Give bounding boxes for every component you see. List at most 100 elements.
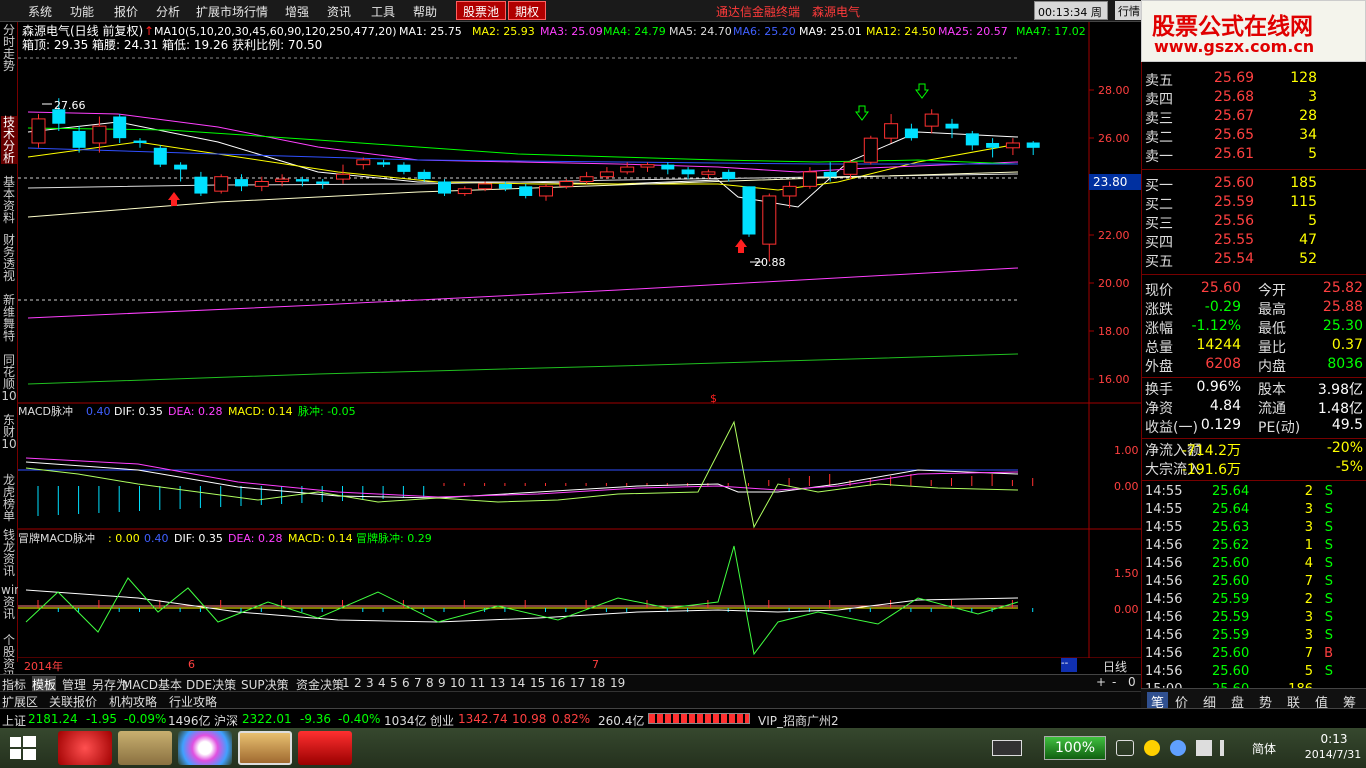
bid-row[interactable]: 买三 25.56 5 — [1142, 213, 1366, 232]
bottom-tab-12[interactable]: 5 — [390, 676, 398, 690]
menu-function[interactable]: 功能 — [70, 3, 94, 20]
divider — [1142, 169, 1366, 170]
quote-value: -191.6万 — [1181, 462, 1241, 478]
options-button[interactable]: 期权 — [508, 1, 547, 20]
system-time[interactable]: 0:13 — [1304, 732, 1364, 746]
signal-icon[interactable] — [1220, 740, 1234, 756]
bid-row[interactable]: 买二 25.59 115 — [1142, 194, 1366, 213]
quote-button[interactable]: 行情 — [1115, 1, 1143, 20]
ask-row[interactable]: 卖二 25.65 34 — [1142, 127, 1366, 146]
globe-icon[interactable] — [1170, 740, 1186, 756]
bottom-tab-19[interactable]: 13 — [490, 676, 505, 690]
left-tab-5[interactable]: 同花顺10 — [1, 354, 17, 402]
left-tab-3[interactable]: 财务透视 — [1, 234, 17, 282]
stock-pool-button[interactable]: 股票池 — [456, 1, 507, 20]
left-tab-9[interactable]: wind资讯 — [1, 584, 29, 620]
taskbar-app-3-icon[interactable] — [178, 731, 232, 765]
bottom-tab-16[interactable]: 9 — [438, 676, 446, 690]
taskbar-folder-icon[interactable] — [118, 731, 172, 765]
ma-value-8: MA25: 20.57 — [938, 25, 1008, 38]
tick-price: 25.60 — [1212, 664, 1250, 679]
tick-volume: 3 — [1304, 628, 1313, 643]
right-tab-strip: 笔价细盘势联值筹 — [1141, 688, 1366, 711]
menu-quote[interactable]: 报价 — [114, 3, 138, 20]
taskbar-app-5-icon[interactable] — [298, 731, 352, 765]
zoom-in-icon[interactable]: + — [1096, 675, 1106, 689]
menu-tools[interactable]: 工具 — [371, 3, 395, 20]
bottom-tab-11[interactable]: 4 — [378, 676, 386, 690]
dollar-marker-icon: $ — [710, 392, 717, 405]
qq-icon[interactable] — [1144, 740, 1160, 756]
zoom-controls[interactable]: + - 0 — [1090, 675, 1140, 691]
left-tab-0[interactable]: 分时走势 — [1, 24, 17, 72]
site-logo: 股票公式在线网 www.gszx.com.cn — [1141, 0, 1366, 62]
left-tab-6[interactable]: 东财10 — [1, 414, 17, 450]
taskbar-app-1-icon[interactable] — [58, 731, 112, 765]
menu-ext-market[interactable]: 扩展市场行情 — [196, 3, 268, 20]
bottom-tab-25[interactable]: 19 — [610, 676, 625, 690]
bottom-tab-10[interactable]: 3 — [366, 676, 374, 690]
ask-row[interactable]: 卖五 25.69 128 — [1142, 70, 1366, 89]
menu-info[interactable]: 资讯 — [327, 3, 351, 20]
zoom-out-icon[interactable]: - — [1112, 675, 1116, 689]
ask-row[interactable]: 卖四 25.68 3 — [1142, 89, 1366, 108]
tick-side: S — [1324, 538, 1333, 553]
bottom-tab-24[interactable]: 18 — [590, 676, 605, 690]
left-tab-7[interactable]: 龙虎榜单 — [1, 474, 17, 522]
chart-area[interactable]: 森源电气(日线 前复权) ↑ MA10(5,10,20,30,45,60,90,… — [18, 22, 1141, 662]
scroll-indicator[interactable]: -- — [1061, 658, 1077, 672]
logo-url: www.gszx.com.cn — [1154, 37, 1315, 56]
ask-row[interactable]: 卖一 25.61 5 — [1142, 146, 1366, 165]
bottom-tab-8[interactable]: 1 — [342, 676, 350, 690]
bottom-tab-21[interactable]: 15 — [530, 676, 545, 690]
tick-time: 14:56 — [1145, 664, 1183, 679]
bid-row[interactable]: 买五 25.54 52 — [1142, 251, 1366, 270]
menu-analysis[interactable]: 分析 — [156, 3, 180, 20]
tick-price: 25.60 — [1212, 646, 1250, 661]
flag-icon[interactable] — [1196, 740, 1212, 756]
left-tab-1[interactable]: 技术分析 — [1, 116, 17, 164]
menu-help[interactable]: 帮助 — [413, 3, 437, 20]
bottom-tab-13[interactable]: 6 — [402, 676, 410, 690]
clock: 00:13:34 周四 — [1034, 1, 1108, 35]
menu-system[interactable]: 系统 — [28, 3, 52, 20]
candle-body — [559, 181, 574, 187]
bottom-tab-22[interactable]: 16 — [550, 676, 565, 690]
left-tab-2[interactable]: 基本资料 — [1, 176, 17, 224]
bottom-tab-18[interactable]: 11 — [470, 676, 485, 690]
left-tab-8[interactable]: 钱龙资讯 — [1, 529, 17, 577]
vip-account[interactable]: VIP_招商广州2 — [758, 712, 839, 729]
bid-row[interactable]: 买四 25.55 47 — [1142, 232, 1366, 251]
candle-body — [1005, 142, 1020, 149]
candle-body — [377, 162, 391, 165]
bottom-tab-15[interactable]: 8 — [426, 676, 434, 690]
quote-label: 收益(一) — [1145, 420, 1198, 436]
menu-enhance[interactable]: 增强 — [285, 3, 309, 20]
bottom-tab-17[interactable]: 10 — [450, 676, 465, 690]
left-tab-4[interactable]: 新维舞特 — [1, 294, 17, 342]
ma-value-5: MA6: 25.20 — [733, 25, 796, 38]
keyboard-icon[interactable] — [992, 740, 1022, 756]
battery-icon[interactable] — [1116, 740, 1134, 756]
ask-label: 卖二 — [1145, 130, 1173, 146]
ask-price: 25.65 — [1214, 127, 1255, 143]
quote-label-2: 股本 — [1258, 382, 1286, 398]
taskbar-app-4-icon[interactable] — [238, 731, 292, 765]
ask-row[interactable]: 卖三 25.67 28 — [1142, 108, 1366, 127]
tick-side: B — [1324, 646, 1333, 661]
zoom-level[interactable]: 100% — [1044, 736, 1106, 760]
candle-body — [498, 183, 512, 189]
bid-price: 25.60 — [1214, 175, 1255, 191]
reset-icon[interactable]: 0 — [1128, 675, 1136, 689]
period-label[interactable]: 日线 — [1103, 658, 1127, 675]
windows-start-icon[interactable] — [10, 736, 36, 760]
quote-row: 总量 14244 量比 0.37 — [1142, 337, 1366, 356]
ime-language[interactable]: 简体 — [1252, 740, 1276, 757]
bottom-tab-20[interactable]: 14 — [510, 676, 525, 690]
bottom-tab-9[interactable]: 2 — [354, 676, 362, 690]
bid-row[interactable]: 买一 25.60 185 — [1142, 175, 1366, 194]
cy-pct: 0.82% — [552, 712, 591, 726]
bottom-tab-14[interactable]: 7 — [414, 676, 422, 690]
system-date[interactable]: 2014/7/31 — [1300, 748, 1366, 761]
bottom-tab-23[interactable]: 17 — [570, 676, 585, 690]
